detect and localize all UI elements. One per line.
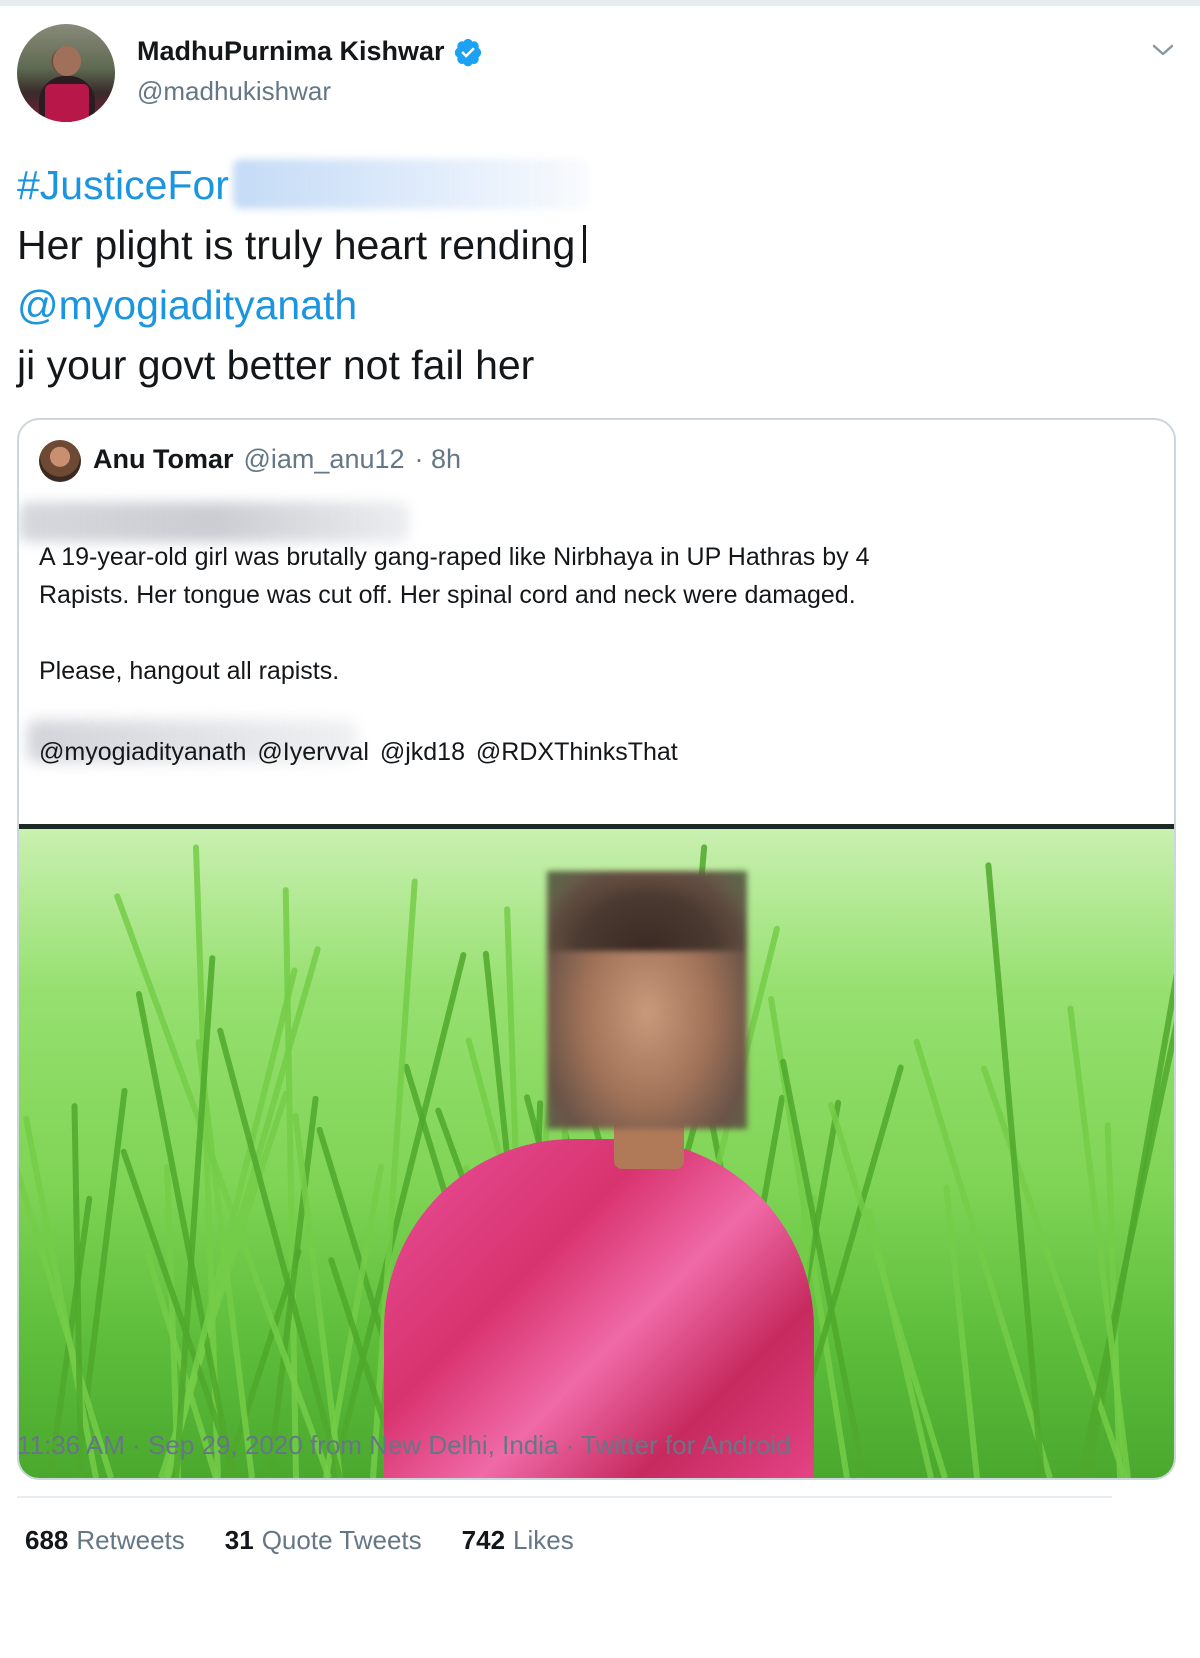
redacted-line-blur [19, 502, 409, 542]
verified-badge-icon [454, 38, 481, 66]
person-pink-outfit [384, 1139, 814, 1478]
quoted-text-line-1: A 19-year-old girl was brutally gang-rap… [39, 543, 870, 571]
grass-blade [912, 1038, 1053, 1478]
retweets-stat[interactable]: 688 Retweets [25, 1525, 185, 1556]
grass-blade [292, 1112, 343, 1478]
tweet-line-2: Her plight is truly heart rending [17, 222, 576, 268]
grass-blade [113, 892, 332, 1478]
text-caret [583, 225, 587, 263]
top-divider [0, 0, 1200, 6]
tweet-text: #JusticeFor Her plight is truly heart re… [17, 155, 588, 395]
quoted-tweet-card[interactable]: Anu Tomar @iam_anu12 · 8h A 19-year-old … [17, 418, 1176, 1480]
likes-stat[interactable]: 742 Likes [462, 1525, 574, 1556]
author-avatar[interactable] [17, 24, 115, 122]
tweet-timestamp[interactable]: 11:36 AM · Sep 29, 2020 from New Delhi, … [17, 1430, 791, 1461]
author-display-name[interactable]: MadhuPurnima Kishwar [137, 36, 445, 67]
quoted-mentions[interactable]: @myogiadityanath @Iyervval @jkd18 @RDXTh… [39, 738, 678, 767]
tweet: MadhuPurnima Kishwar @madhukishwar #Just… [0, 0, 1200, 1658]
hashtag-link[interactable]: #JusticeFor [17, 162, 229, 208]
likes-count: 742 [461, 1525, 506, 1555]
tweet-line-4: ji your govt better not fail her [17, 342, 535, 388]
grass-blade [19, 912, 114, 1478]
grass-blade [22, 1115, 99, 1478]
retweets-count: 688 [25, 1525, 69, 1555]
quote-tweets-label: Quote Tweets [261, 1525, 422, 1555]
avatar-scarf [45, 84, 89, 122]
quote-tweets-count: 31 [224, 1525, 254, 1555]
avatar-face [53, 46, 81, 76]
retweets-label: Retweets [76, 1525, 185, 1555]
quoted-text-line-2: Rapists. Her tongue was cut off. Her spi… [39, 581, 856, 609]
quoted-tweet-age: · 8h [414, 444, 462, 474]
grass-blade [985, 862, 1045, 1478]
quoted-tweet-image[interactable] [19, 829, 1174, 1478]
quoted-author-name[interactable]: Anu Tomar [93, 444, 234, 475]
quoted-author-avatar[interactable] [39, 440, 81, 482]
blurred-face [547, 871, 747, 1129]
grass-blade [827, 1101, 948, 1478]
quoted-author-handle[interactable]: @iam_anu12 [244, 444, 405, 475]
mention-link[interactable]: @myogiadityanath [17, 282, 357, 328]
author-name-row: MadhuPurnima Kishwar [137, 36, 483, 67]
stats-divider [17, 1496, 1112, 1498]
likes-label: Likes [513, 1525, 574, 1555]
quoted-tweet-header: Anu Tomar @iam_anu12 · 8h [93, 444, 461, 475]
engagement-stats: 688 Retweets 31 Quote Tweets 742 Likes [25, 1525, 574, 1556]
chevron-down-icon[interactable] [1148, 38, 1178, 62]
author-handle[interactable]: @madhukishwar [137, 76, 331, 107]
quoted-text-line-3: Please, hangout all rapists. [39, 657, 340, 685]
quoted-tweet-text: A 19-year-old girl was brutally gang-rap… [39, 538, 1139, 690]
quote-tweets-stat[interactable]: 31 Quote Tweets [225, 1525, 422, 1556]
redacted-hashtag-blur [232, 159, 588, 209]
